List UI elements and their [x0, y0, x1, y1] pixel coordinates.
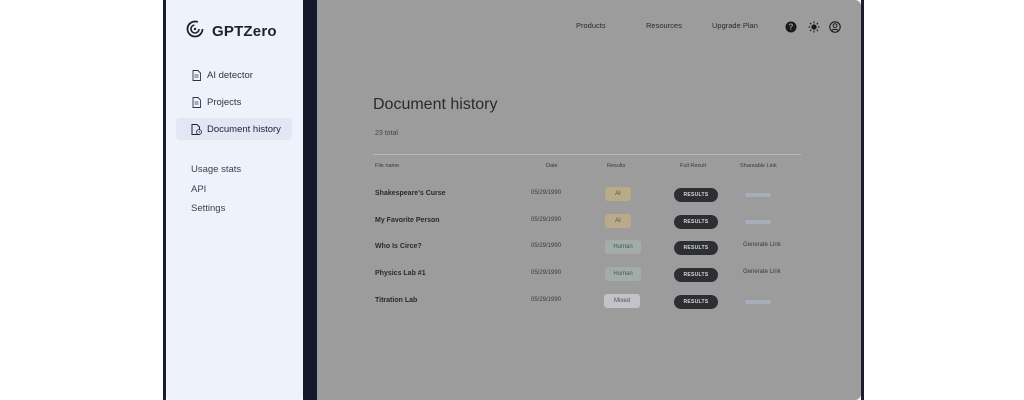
main-content: Products Resources Upgrade Plan ? Docume…	[317, 0, 861, 400]
sidebar-item-label: AI detector	[207, 69, 253, 81]
results-button[interactable]: RESULTS	[674, 215, 718, 229]
nav-resources[interactable]: Resources	[646, 21, 682, 30]
share-link-placeholder	[745, 300, 771, 304]
table-row[interactable]: Physics Lab #1 05/29/1990 Human RESULTS …	[317, 264, 861, 286]
sidebar-item-projects[interactable]: Projects	[176, 91, 292, 113]
history-file-icon	[189, 123, 203, 135]
window-divider	[303, 0, 317, 400]
result-badge: AI	[605, 214, 631, 228]
sidebar-link-usage-stats[interactable]: Usage stats	[191, 164, 241, 175]
result-badge: Human	[605, 240, 641, 254]
total-count: 23 total	[375, 130, 398, 137]
result-badge: Mixed	[604, 294, 640, 308]
sidebar-item-document-history[interactable]: Document history	[176, 118, 292, 140]
file-name[interactable]: Who Is Circe?	[375, 243, 422, 250]
column-header-date: Date	[546, 163, 558, 169]
result-badge: AI	[605, 187, 631, 201]
sidebar-item-label: Document history	[207, 123, 281, 135]
file-date: 05/29/1990	[531, 190, 562, 196]
column-header-shareable-link: Shareable Link	[740, 163, 777, 169]
file-icon	[189, 69, 203, 81]
file-name[interactable]: Titration Lab	[375, 297, 417, 304]
file-date: 05/29/1990	[531, 217, 562, 223]
results-button[interactable]: RESULTS	[674, 295, 718, 309]
sidebar-link-settings[interactable]: Settings	[191, 203, 225, 214]
brand-name: GPTZero	[212, 23, 277, 40]
sidebar-item-label: Projects	[207, 96, 242, 108]
file-name[interactable]: Shakespeare's Curse	[375, 190, 446, 197]
share-link-placeholder	[745, 220, 771, 224]
sidebar: GPTZero AI detector Projects Document hi…	[166, 0, 303, 400]
column-header-results: Results	[607, 163, 626, 169]
file-date: 05/29/1990	[531, 243, 562, 249]
file-date: 05/29/1990	[531, 297, 562, 303]
column-header-file-name: File name	[375, 163, 400, 169]
brand-logo[interactable]: GPTZero	[186, 20, 277, 43]
results-button[interactable]: RESULTS	[674, 188, 718, 202]
file-name[interactable]: Physics Lab #1	[375, 270, 426, 277]
file-name[interactable]: My Favorite Person	[375, 217, 440, 224]
file-date: 05/29/1990	[531, 270, 562, 276]
table-row[interactable]: My Favorite Person 05/29/1990 AI RESULTS	[317, 211, 861, 233]
account-icon[interactable]	[829, 20, 841, 38]
nav-upgrade-plan[interactable]: Upgrade Plan	[712, 21, 758, 30]
table-row[interactable]: Titration Lab 05/29/1990 Mixed RESULTS	[317, 291, 861, 313]
nav-products[interactable]: Products	[576, 21, 606, 30]
file-icon	[189, 96, 203, 108]
divider	[373, 154, 801, 155]
svg-text:?: ?	[789, 23, 794, 32]
table-row[interactable]: Shakespeare's Curse 05/29/1990 AI RESULT…	[317, 184, 861, 206]
result-badge: Human	[605, 267, 641, 281]
page-title: Document history	[373, 96, 498, 113]
gptzero-logo-icon	[186, 20, 204, 43]
theme-sun-icon[interactable]	[808, 20, 820, 38]
results-button[interactable]: RESULTS	[674, 268, 718, 282]
help-icon[interactable]: ?	[785, 20, 797, 38]
results-button[interactable]: RESULTS	[674, 241, 718, 255]
generate-link[interactable]: Generate Link	[743, 269, 781, 275]
share-link-placeholder	[745, 193, 771, 197]
column-header-full-result: Full Result	[680, 163, 706, 169]
table-row[interactable]: Who Is Circe? 05/29/1990 Human RESULTS G…	[317, 237, 861, 259]
sidebar-link-api[interactable]: API	[191, 184, 206, 195]
window-edge-right	[861, 0, 864, 400]
generate-link[interactable]: Generate Link	[743, 242, 781, 248]
sidebar-item-ai-detector[interactable]: AI detector	[176, 64, 292, 86]
